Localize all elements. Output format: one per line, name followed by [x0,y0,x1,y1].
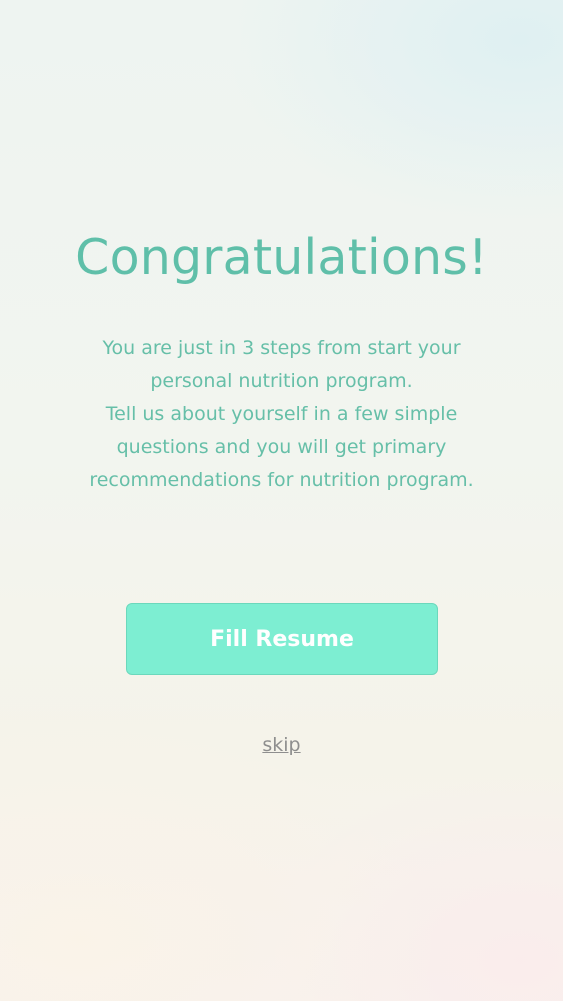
intro-paragraph-steps: You are just in 3 steps from start your … [102,337,461,392]
page-title: Congratulations! [75,229,488,286]
fill-resume-button[interactable]: Fill Resume [126,603,438,675]
onboarding-screen: Congratulations! You are just in 3 steps… [0,0,563,1001]
intro-paragraph-questions: Tell us about yourself in a few simple q… [89,403,474,491]
skip-container: skip [0,732,563,758]
skip-link[interactable]: skip [262,734,300,756]
intro-text: You are just in 3 steps from start your … [80,332,483,497]
